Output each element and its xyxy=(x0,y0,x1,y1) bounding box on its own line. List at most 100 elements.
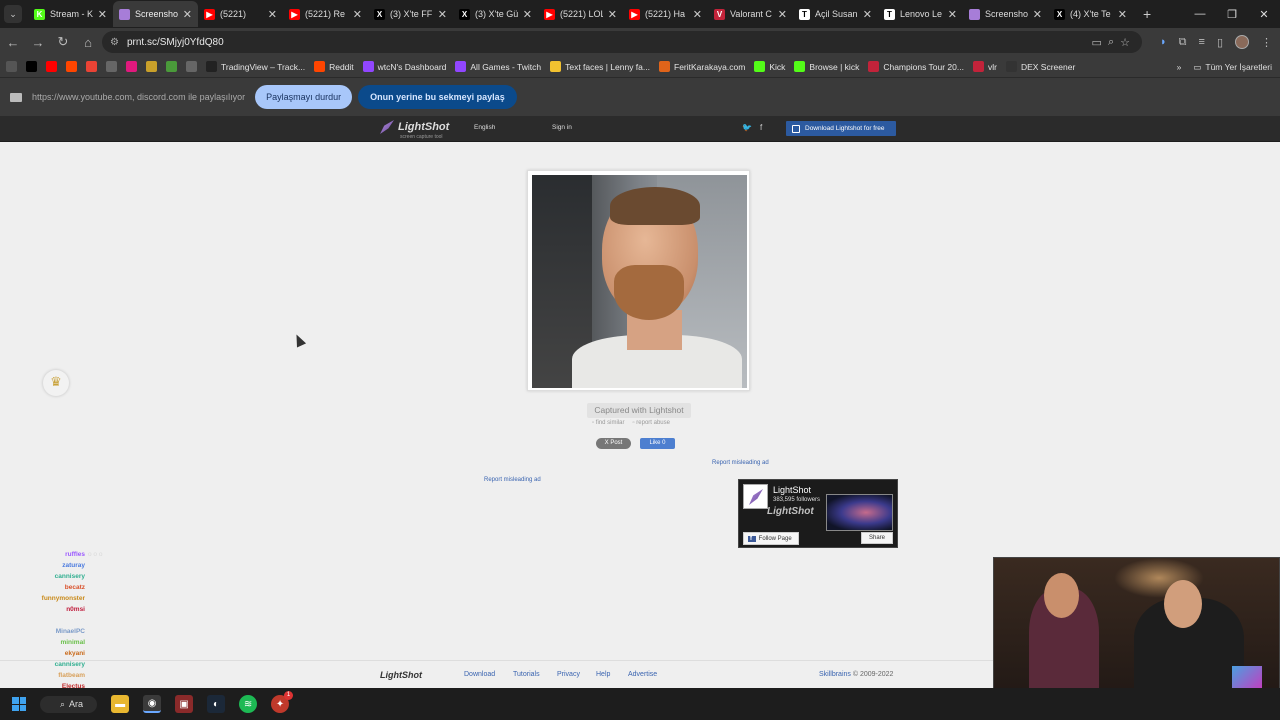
bookmark-item[interactable]: wtcN's Dashboard xyxy=(362,61,446,72)
bookmark-item[interactable] xyxy=(46,61,57,72)
windows-start-icon[interactable] xyxy=(12,697,26,711)
bookmark-item[interactable] xyxy=(6,61,17,72)
skillbrains-link[interactable]: Skillbrains xyxy=(819,671,851,678)
footer-link-tutorials[interactable]: Tutorials xyxy=(513,671,540,678)
browser-tab[interactable]: X (3) X'te Gü ✕ xyxy=(453,1,538,27)
new-tab-button[interactable]: + xyxy=(1143,6,1151,22)
all-bookmarks-folder[interactable]: ▭ Tüm Yer İşaretleri xyxy=(1193,62,1272,73)
bookmark-item[interactable] xyxy=(146,61,157,72)
home-icon[interactable]: ⌂ xyxy=(76,30,100,54)
url-field[interactable]: ⚙ prnt.sc/SMjyj0YfdQ80 xyxy=(102,31,1142,53)
close-tab-icon[interactable]: ✕ xyxy=(693,8,702,21)
menu-icon[interactable]: ⋮ xyxy=(1261,36,1272,49)
bookmark-item[interactable]: Champions Tour 20... xyxy=(868,61,964,72)
file-explorer-icon[interactable]: ▬ xyxy=(111,695,130,713)
bookmark-item[interactable] xyxy=(126,61,137,72)
bookmark-item[interactable]: Text faces | Lenny fa... xyxy=(550,61,650,72)
browser-tab[interactable]: ▶ (5221) LOL ✕ xyxy=(538,1,623,27)
browser-tab[interactable]: ▶ (5221) ✕ xyxy=(198,1,283,27)
more-bookmarks-icon[interactable]: » xyxy=(1177,62,1182,72)
footer-link-privacy[interactable]: Privacy xyxy=(557,671,580,678)
bookmark-item[interactable] xyxy=(106,61,117,72)
close-tab-icon[interactable]: ✕ xyxy=(523,8,532,21)
bookmark-item[interactable] xyxy=(186,61,197,72)
browser-tab[interactable]: ▶ (5221) Re ✕ xyxy=(283,1,368,27)
site-info-icon[interactable]: ⚙ xyxy=(110,37,119,48)
browser-tab[interactable]: Screensho ✕ xyxy=(113,1,198,27)
bookmark-item[interactable]: Browse | kick xyxy=(794,61,859,72)
facebook-like-button[interactable]: Like 0 xyxy=(640,438,675,449)
bookmark-item[interactable]: Reddit xyxy=(314,61,354,72)
share-button[interactable]: Share xyxy=(861,532,893,544)
browser-tab[interactable]: T Açil Susan ✕ xyxy=(793,1,878,27)
facebook-page-widget[interactable]: LightShot 383,595 followers LightShot Fo… xyxy=(738,479,898,548)
signin-link[interactable]: Sign in xyxy=(552,124,572,131)
browser-tab[interactable]: ▶ (5221) Ha ✕ xyxy=(623,1,708,27)
tab-search-button[interactable]: ⌄ xyxy=(4,5,22,23)
close-tab-icon[interactable]: ✕ xyxy=(863,8,872,21)
spotify-icon[interactable]: ≋ xyxy=(239,695,258,713)
bookmark-item[interactable]: TradingView – Track... xyxy=(206,61,305,72)
lightshot-logo[interactable]: LightShot screen capture tool xyxy=(380,120,449,140)
taskbar-search[interactable]: ⌕ Ara xyxy=(40,695,98,713)
extensions-icon[interactable]: ⧉ xyxy=(1179,36,1187,49)
facebook-icon[interactable]: f xyxy=(760,123,762,132)
close-tab-icon[interactable]: ✕ xyxy=(98,8,107,21)
browser-tab[interactable]: V Valorant C ✕ xyxy=(708,1,793,27)
browser-tab[interactable]: X (3) X'te FF ✕ xyxy=(368,1,453,27)
minimize-icon[interactable]: — xyxy=(1184,0,1216,28)
zoom-icon[interactable]: ⌕ xyxy=(1108,36,1114,49)
bookmark-star-icon[interactable]: ☆ xyxy=(1120,36,1130,49)
split-icon[interactable]: ▯ xyxy=(1217,36,1223,49)
report-abuse-link[interactable]: report abuse xyxy=(632,420,670,426)
find-similar-link[interactable]: find similar xyxy=(592,420,625,426)
bookmark-item[interactable]: FeritKarakaya.com xyxy=(659,61,745,72)
follow-page-button[interactable]: Follow Page xyxy=(743,532,799,545)
footer-link-download[interactable]: Download xyxy=(464,671,495,678)
screenshot-image[interactable] xyxy=(532,175,747,388)
profile-avatar[interactable] xyxy=(1235,35,1249,49)
footer-logo[interactable]: LightShot xyxy=(380,670,422,680)
bookmark-item[interactable] xyxy=(66,61,77,72)
language-select[interactable]: English xyxy=(474,124,495,131)
bookmark-item[interactable]: vlr xyxy=(972,61,997,72)
close-tab-icon[interactable]: ✕ xyxy=(438,8,447,21)
close-tab-icon[interactable]: ✕ xyxy=(1118,8,1127,21)
media-icon[interactable]: ≡ xyxy=(1199,36,1205,48)
browser-tab[interactable]: T Lenovo Le ✕ xyxy=(878,1,963,27)
riot-icon[interactable]: ✦ 1 xyxy=(271,691,294,713)
bookmark-item[interactable]: All Games - Twitch xyxy=(455,61,541,72)
audio-icon[interactable]: ◗ xyxy=(1160,36,1167,48)
x-post-button[interactable]: X Post xyxy=(596,438,631,449)
reload-icon[interactable]: ↻ xyxy=(51,30,75,54)
close-tab-icon[interactable]: ✕ xyxy=(183,8,192,21)
back-icon[interactable]: ← xyxy=(1,30,25,54)
bookmark-item[interactable] xyxy=(86,61,97,72)
steam-icon[interactable]: ◐ xyxy=(207,695,226,713)
cast-icon[interactable]: ▭ xyxy=(1092,36,1102,49)
close-tab-icon[interactable]: ✕ xyxy=(353,8,362,21)
report-ad-link[interactable]: Report misleading ad xyxy=(712,460,769,466)
report-ad-link[interactable]: Report misleading ad xyxy=(484,477,541,483)
bookmark-item[interactable] xyxy=(166,61,177,72)
share-this-tab-button[interactable]: Onun yerine bu sekmeyi paylaş xyxy=(358,85,517,109)
app-icon[interactable]: ▣ xyxy=(175,695,194,713)
close-tab-icon[interactable]: ✕ xyxy=(1033,8,1042,21)
browser-tab[interactable]: X (4) X'te Te ✕ xyxy=(1048,1,1133,27)
restore-icon[interactable]: ❐ xyxy=(1216,0,1248,28)
download-lightshot-button[interactable]: Download Lightshot for free xyxy=(786,121,896,136)
close-tab-icon[interactable]: ✕ xyxy=(268,8,277,21)
footer-link-help[interactable]: Help xyxy=(596,671,610,678)
close-window-icon[interactable]: ✕ xyxy=(1248,0,1280,28)
footer-link-advertise[interactable]: Advertise xyxy=(628,671,657,678)
forward-icon[interactable]: → xyxy=(26,30,50,54)
twitter-icon[interactable]: 🐦 xyxy=(742,123,752,132)
browser-tab[interactable]: K Stream - K ✕ xyxy=(28,1,113,27)
bookmark-item[interactable]: DEX Screener xyxy=(1005,61,1075,72)
chrome-icon[interactable]: ◉ xyxy=(143,695,162,713)
browser-tab[interactable]: Screensho ✕ xyxy=(963,1,1048,27)
close-tab-icon[interactable]: ✕ xyxy=(948,8,957,21)
stop-sharing-button[interactable]: Paylaşmayı durdur xyxy=(255,85,353,109)
close-tab-icon[interactable]: ✕ xyxy=(608,8,617,21)
bookmark-item[interactable] xyxy=(26,61,37,72)
